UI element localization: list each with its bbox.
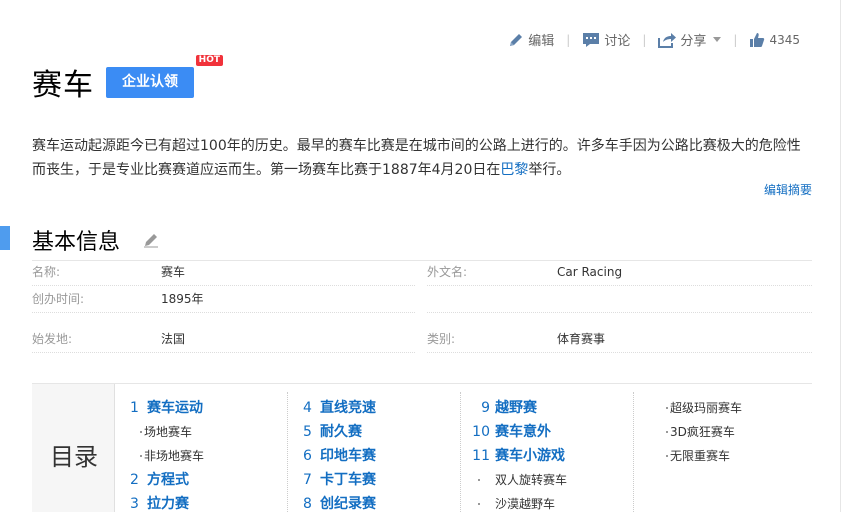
catalog-number: 10 [472,424,490,440]
catalog-column-4: 超级玛丽赛车 3D疯狂赛车 无限重赛车 [656,396,742,468]
divider [32,285,415,286]
catalog-column-3: 9 越野赛 10 赛车意外 11 赛车小游戏 双人旋转赛车 沙漠越野车 [468,396,567,512]
info-label-category: 类别: [427,332,456,346]
catalog-link[interactable]: 卡丁车赛 [320,472,376,488]
column-divider [460,392,461,512]
catalog-number: 7 [303,472,312,488]
hot-badge: HOT [195,54,223,66]
catalog-item[interactable]: 11 赛车小游戏 [468,444,567,468]
divider [427,285,812,286]
pencil-icon [508,32,524,48]
summary-paragraph: 赛车运动起源距今已有超过100年的历史。最早的赛车比赛是在城市间的公路上进行的。… [32,134,814,182]
catalog-subitem[interactable]: 3D疯狂赛车 [656,420,742,444]
paris-link[interactable]: 巴黎 [500,162,528,178]
catalog-number: 5 [303,424,312,440]
section-accent-bar [0,226,10,250]
catalog-number: 6 [303,448,312,464]
chat-bubble-icon [582,32,600,48]
info-value-origin: 法国 [161,332,186,346]
catalog-link[interactable]: 耐久赛 [320,424,362,440]
toolbar-divider: | [642,32,647,47]
thumbs-up-icon [749,32,765,48]
info-value-founded: 1895年 [161,292,204,306]
catalog-link[interactable]: 拉力赛 [147,496,189,512]
chevron-down-icon [713,37,722,42]
catalog-item[interactable]: 5 耐久赛 [303,420,376,444]
catalog-item[interactable]: 9 越野赛 [468,396,567,420]
catalog-subitem[interactable]: 沙漠越野车 [468,492,567,512]
info-label-name: 名称: [32,265,61,279]
divider [32,260,812,261]
divider [427,352,812,353]
edit-button[interactable]: 编辑 [508,30,554,49]
share-icon [658,32,677,48]
catalog-link[interactable]: 越野赛 [495,400,537,416]
catalog-number: 4 [303,400,312,416]
edit-summary-link[interactable]: 编辑摘要 [764,181,812,198]
catalog-number: 3 [130,496,139,512]
info-label-foreign-name: 外文名: [427,265,468,279]
info-value-category: 体育赛事 [557,332,606,346]
share-button[interactable]: 分享 [658,30,722,49]
like-count: 4345 [769,32,800,47]
catalog-number: 2 [130,472,139,488]
catalog-column-2: 4 直线竞速 5 耐久赛 6 印地车赛 7 卡丁车赛 8 创纪录赛 [303,396,376,512]
catalog-link[interactable]: 方程式 [147,472,189,488]
like-button[interactable]: 4345 [749,32,800,48]
info-value-foreign-name: Car Racing [557,265,623,279]
info-value-name: 赛车 [161,265,186,279]
section-edit-icon[interactable] [143,232,159,252]
catalog-subitem[interactable]: 非场地赛车 [130,444,204,468]
catalog-link[interactable]: 赛车运动 [147,400,203,416]
catalog-item[interactable]: 1 赛车运动 [130,396,204,420]
info-label-founded: 创办时间: [32,292,85,306]
edit-label: 编辑 [528,34,555,49]
column-divider [633,392,634,512]
summary-text: 赛车运动起源距今已有超过100年的历史。最早的赛车比赛是在城市间的公路上进行的。… [32,138,801,178]
catalog-link[interactable]: 赛车小游戏 [495,448,565,464]
share-label: 分享 [680,34,707,49]
catalog-title: 目录 [50,443,98,471]
divider [32,352,415,353]
basic-info-title: 基本信息 [32,230,121,255]
catalog-number: 9 [481,400,490,416]
column-divider [287,392,288,512]
catalog-item[interactable]: 10 赛车意外 [468,420,567,444]
catalog-link[interactable]: 赛车意外 [495,424,551,440]
catalog-link[interactable]: 印地车赛 [320,448,376,464]
catalog-link[interactable]: 直线竞速 [320,400,376,416]
catalog-item[interactable]: 4 直线竞速 [303,396,376,420]
catalog-item[interactable]: 3 拉力赛 [130,492,204,512]
catalog-item[interactable]: 7 卡丁车赛 [303,468,376,492]
catalog-header: 目录 [32,384,115,512]
catalog-subitem[interactable]: 无限重赛车 [656,444,742,468]
catalog-subitem[interactable]: 超级玛丽赛车 [656,396,742,420]
right-border [840,0,841,512]
discuss-label: 讨论 [604,34,631,49]
title-row: 赛车 企业认领 HOT [32,54,223,104]
catalog-number: 1 [130,400,139,416]
page-title: 赛车 [32,68,94,103]
catalog-item[interactable]: 6 印地车赛 [303,444,376,468]
catalog-number: 11 [472,448,490,464]
discuss-button[interactable]: 讨论 [582,30,630,49]
catalog: 目录 1 赛车运动 场地赛车 非场地赛车 2 方程式 3 拉力赛 4 直线竞速 5 耐久赛… [32,383,812,512]
catalog-subitem[interactable]: 双人旋转赛车 [468,468,567,492]
enterprise-claim-button[interactable]: 企业认领 HOT [106,54,223,98]
catalog-link[interactable]: 创纪录赛 [320,496,376,512]
toolbar-divider: | [566,32,571,47]
catalog-number: 8 [303,496,312,512]
toolbar-divider: | [733,32,738,47]
catalog-column-1: 1 赛车运动 场地赛车 非场地赛车 2 方程式 3 拉力赛 [130,396,204,512]
divider [32,312,415,313]
catalog-subitem[interactable]: 场地赛车 [130,420,204,444]
info-label-origin: 始发地: [32,332,73,346]
top-toolbar: 编辑 | 讨论 | 分享 | 4345 [508,30,800,49]
divider [427,312,812,313]
catalog-item[interactable]: 2 方程式 [130,468,204,492]
catalog-item[interactable]: 8 创纪录赛 [303,492,376,512]
enterprise-claim-label: 企业认领 [122,73,178,90]
summary-text-end: 举行。 [528,162,571,178]
